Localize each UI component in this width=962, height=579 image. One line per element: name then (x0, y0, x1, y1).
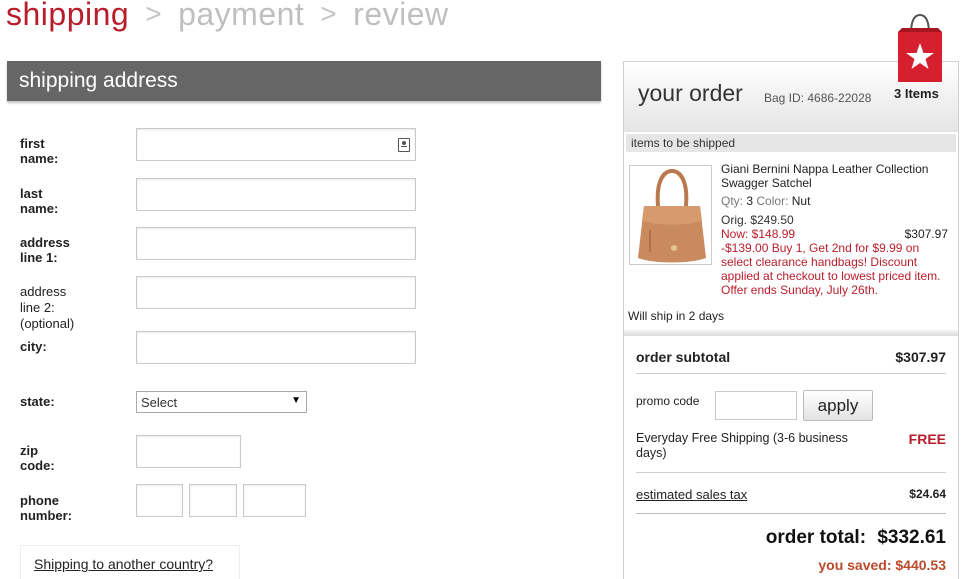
city-label: city: (20, 339, 47, 354)
apply-button[interactable]: apply (803, 390, 873, 421)
order-title: your order (638, 80, 743, 106)
another-country-box: Shipping to another country? (20, 545, 240, 579)
original-price: Orig. $249.50 (721, 213, 794, 227)
checkout-steps: shipping > payment > review (6, 0, 449, 34)
phone-line-field[interactable] (243, 484, 306, 517)
color-value: Nut (791, 194, 811, 208)
product-image[interactable] (629, 165, 712, 265)
promo-code-input[interactable] (715, 391, 797, 420)
items-to-be-shipped-band: items to be shipped (626, 134, 956, 152)
address-line-1-field[interactable] (136, 227, 416, 260)
step-payment: payment (178, 0, 305, 32)
you-saved: you saved: $440.53 (818, 557, 946, 573)
phone-number-label: phone number: (20, 493, 72, 523)
address-line-1-label: address line 1: (20, 235, 70, 265)
shopping-bag-star-icon[interactable] (894, 12, 946, 86)
zip-code-label: zip code: (20, 443, 55, 473)
subtotal-label: order subtotal (636, 349, 731, 365)
first-name-field[interactable] (136, 128, 416, 161)
divider (636, 472, 946, 473)
order-header: your order Bag ID: 4686-22028 3 Items (624, 13, 958, 132)
estimated-tax-link[interactable]: estimated sales tax (636, 487, 747, 502)
state-label: state: (20, 394, 55, 409)
address-line-2-text: address line 2: (20, 284, 67, 315)
line-total: $307.97 (904, 227, 948, 241)
last-name-field[interactable] (136, 178, 416, 211)
order-summary-panel: your order Bag ID: 4686-22028 3 Items it… (623, 13, 959, 579)
step-separator: > (320, 0, 338, 29)
divider (636, 373, 946, 374)
items-count: 3 Items (894, 86, 939, 101)
now-price: Now: $148.99 (721, 227, 796, 241)
step-separator: > (145, 0, 163, 29)
state-select-value: Select (141, 395, 178, 410)
last-name-label: last name: (20, 186, 59, 216)
you-saved-label: you saved: (818, 557, 892, 573)
address-line-2-field[interactable] (136, 276, 416, 309)
qty-label: Qty: (721, 194, 744, 208)
address-line-2-label: address line 2: (optional) (20, 284, 74, 332)
state-select[interactable]: Select ▼ (136, 391, 307, 413)
another-country-link[interactable]: Shipping to another country? (34, 556, 213, 572)
order-total-value: $332.61 (877, 527, 946, 548)
contact-card-icon[interactable] (398, 138, 410, 152)
divider (636, 513, 946, 514)
bag-id: Bag ID: 4686-22028 (764, 91, 872, 105)
promo-code-label: promo code (636, 394, 700, 408)
product-name[interactable]: Giani Bernini Nappa Leather Collection S… (721, 162, 951, 190)
step-review: review (353, 0, 449, 32)
optional-note: (optional) (20, 316, 75, 331)
shipping-address-header: shipping address (7, 61, 601, 101)
phone-area-code-field[interactable] (136, 484, 183, 517)
subtotal-value: $307.97 (895, 349, 946, 365)
chevron-down-icon: ▼ (291, 395, 301, 406)
color-label: Color: (756, 194, 789, 208)
first-name-label: first name: (20, 136, 59, 166)
zip-code-field[interactable] (136, 435, 241, 468)
shipping-method-label: Everyday Free Shipping (3-6 business day… (636, 431, 848, 460)
shipping-value: FREE (908, 431, 946, 447)
promo-message: -$139.00 Buy 1, Get 2nd for $9.99 on sel… (721, 241, 941, 297)
section-divider (624, 330, 958, 336)
will-ship-note: Will ship in 2 days (628, 309, 725, 323)
product-qty-color: Qty: 3 Color: Nut (721, 194, 810, 208)
order-total: order total: $332.61 (766, 527, 946, 549)
you-saved-value: $440.53 (895, 557, 946, 573)
step-shipping: shipping (6, 0, 130, 32)
qty-value: 3 (746, 194, 754, 208)
tax-value: $24.64 (909, 487, 946, 501)
city-field[interactable] (136, 331, 416, 364)
phone-prefix-field[interactable] (189, 484, 237, 517)
handbag-image (630, 166, 711, 264)
order-total-label: order total: (765, 527, 867, 548)
